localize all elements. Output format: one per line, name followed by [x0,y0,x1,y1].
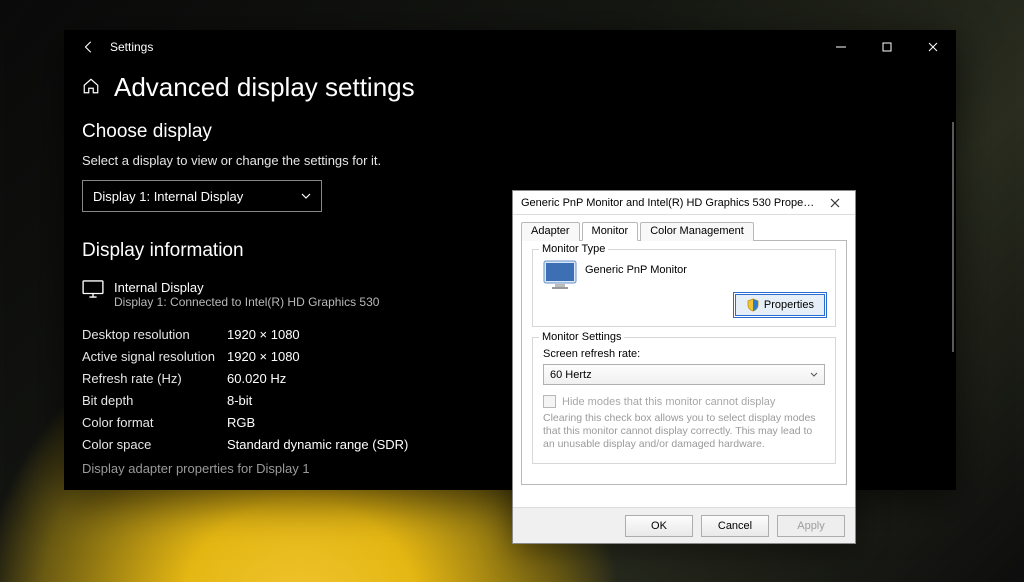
info-value: 60.020 Hz [227,371,286,386]
info-label: Bit depth [82,393,227,408]
hide-modes-checkbox[interactable] [543,395,556,408]
shield-icon [746,298,760,312]
display-selector-value: Display 1: Internal Display [93,189,243,204]
display-sub: Display 1: Connected to Intel(R) HD Grap… [114,295,379,309]
window-title: Settings [108,40,153,54]
hide-modes-label: Hide modes that this monitor cannot disp… [562,396,775,408]
tab-adapter[interactable]: Adapter [521,222,580,241]
apply-button[interactable]: Apply [777,515,845,537]
tab-panel-monitor: Monitor Type Generic PnP Monitor [521,240,847,485]
desktop-wallpaper: Settings Advanced display settings Choos… [0,0,1024,582]
monitor-icon [543,260,577,290]
choose-display-heading: Choose display [82,121,938,143]
dialog-close-button[interactable] [815,191,855,215]
cancel-button[interactable]: Cancel [701,515,769,537]
monitor-properties-button[interactable]: Properties [735,294,825,316]
info-value: 8-bit [227,393,252,408]
info-label: Desktop resolution [82,327,227,342]
scrollbar-thumb[interactable] [952,122,954,352]
refresh-rate-value: 60 Hertz [550,369,592,381]
monitor-properties-button-label: Properties [764,299,814,311]
info-value: Standard dynamic range (SDR) [227,437,408,452]
info-value: RGB [227,415,255,430]
minimize-button[interactable] [818,30,864,64]
info-label: Refresh rate (Hz) [82,371,227,386]
monitor-type-group: Monitor Type Generic PnP Monitor [532,249,836,327]
tabstrip: Adapter Monitor Color Management [521,222,847,241]
dialog-titlebar[interactable]: Generic PnP Monitor and Intel(R) HD Grap… [513,191,855,215]
info-label: Active signal resolution [82,349,227,364]
info-value: 1920 × 1080 [227,349,300,364]
page-title: Advanced display settings [114,72,415,103]
monitor-icon [82,280,104,298]
home-button[interactable] [82,77,100,98]
info-label: Color space [82,437,227,452]
monitor-properties-dialog: Generic PnP Monitor and Intel(R) HD Grap… [512,190,856,544]
close-icon [830,198,840,208]
tab-color-management[interactable]: Color Management [640,222,754,241]
tab-monitor[interactable]: Monitor [582,222,639,241]
refresh-rate-label: Screen refresh rate: [543,348,825,360]
display-name: Internal Display [114,280,379,295]
close-button[interactable] [910,30,956,64]
refresh-rate-dropdown[interactable]: 60 Hertz [543,364,825,385]
maximize-button[interactable] [864,30,910,64]
monitor-settings-legend: Monitor Settings [539,331,624,343]
monitor-type-name: Generic PnP Monitor [585,260,687,276]
dialog-button-row: OK Cancel Apply [513,507,855,543]
monitor-settings-group: Monitor Settings Screen refresh rate: 60… [532,337,836,464]
dialog-title: Generic PnP Monitor and Intel(R) HD Grap… [521,197,815,209]
ok-button[interactable]: OK [625,515,693,537]
hide-modes-help: Clearing this check box allows you to se… [543,412,825,451]
settings-titlebar[interactable]: Settings [64,30,956,64]
chevron-down-icon [810,372,818,377]
info-value: 1920 × 1080 [227,327,300,342]
back-button[interactable] [70,30,108,64]
display-selector-dropdown[interactable]: Display 1: Internal Display [82,180,322,212]
arrow-left-icon [82,40,96,54]
info-label: Color format [82,415,227,430]
choose-display-subtext: Select a display to view or change the s… [82,153,938,168]
chevron-down-icon [301,193,311,199]
monitor-type-legend: Monitor Type [539,243,608,255]
home-icon [82,77,100,95]
